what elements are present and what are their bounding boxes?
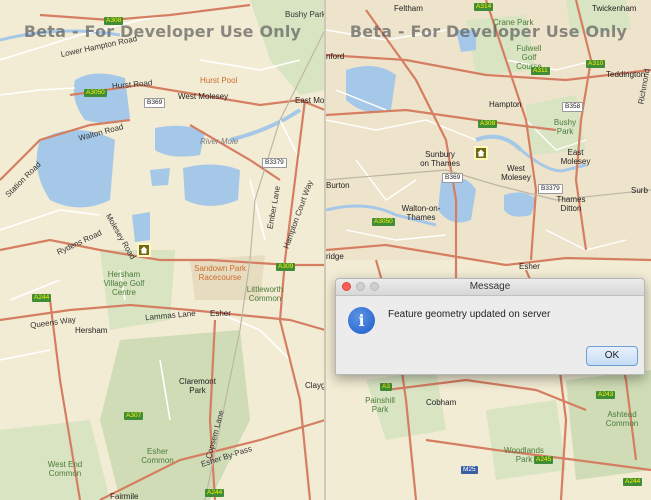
left-map-basemap: [0, 0, 325, 500]
place-label: Twickenham: [592, 4, 637, 13]
dialog-message: Feature geometry updated on server: [388, 309, 551, 320]
place-label: Esher: [210, 309, 231, 318]
place-label: Crane Park: [493, 18, 534, 27]
dialog-titlebar[interactable]: Message: [336, 279, 644, 296]
road-shield: A244: [205, 489, 225, 497]
place-label: Esher: [519, 262, 540, 271]
road-shield: A245: [534, 456, 554, 464]
place-label: Littleworth Common: [246, 285, 284, 303]
place-label: nford: [326, 52, 345, 61]
road-shield: A311: [531, 67, 550, 75]
left-map-view[interactable]: Beta - For Developer Use Only Bushy Park…: [0, 0, 325, 500]
place-label: Painshill Park: [365, 396, 395, 414]
road-shield: A308: [104, 17, 124, 25]
place-label: Ashtead Common: [605, 410, 639, 428]
road-shield: M25: [461, 466, 478, 474]
place-label: Sandown Park Racecourse: [193, 264, 247, 282]
road-shield: A3050: [84, 89, 107, 97]
message-dialog: Message i Feature geometry updated on se…: [335, 278, 645, 375]
road-shield: B3379: [538, 184, 563, 194]
place-label: Hampton: [489, 100, 522, 109]
road-shield: A3: [380, 383, 392, 391]
place-label: West Molesey: [501, 164, 531, 182]
place-label: Walton-on-Thames: [401, 204, 441, 222]
right-map-view[interactable]: Beta - For Developer Use Only Feltham Tw…: [326, 0, 651, 500]
place-label: Thames Ditton: [556, 195, 586, 213]
place-label: Hurst Pool: [200, 76, 238, 85]
place-label: Surb: [631, 186, 648, 195]
place-label: Sunbury on Thames: [420, 150, 460, 168]
place-label: West Molesey: [178, 92, 229, 101]
place-label: West End Common: [47, 460, 83, 478]
place-label: Fairmile: [110, 492, 139, 500]
road-shield: B369: [144, 98, 166, 108]
home-icon: [477, 149, 485, 157]
dialog-title: Message: [469, 281, 511, 292]
place-label: Teddington: [606, 70, 646, 79]
road-shield: A307: [124, 412, 144, 420]
road-shield: A244: [32, 294, 52, 302]
place-label: Hersham Village Golf Centre: [103, 270, 145, 297]
road-shield: A3050: [372, 218, 395, 226]
feature-marker-home-icon[interactable]: [137, 243, 151, 257]
place-label: Cobham: [426, 398, 457, 407]
road-shield: A314: [474, 3, 494, 11]
place-label: Hersham: [75, 326, 108, 335]
road-shield: B358: [562, 102, 584, 112]
road-shield: A310: [586, 60, 606, 68]
road-shield: B369: [442, 173, 464, 183]
place-label: East Molesey: [560, 148, 591, 166]
place-label: Bushy Park: [553, 118, 577, 136]
road-shield: A309: [276, 263, 296, 271]
river-label: River Mole: [200, 137, 239, 146]
place-label: Claremont Park: [179, 377, 216, 395]
info-icon: i: [348, 307, 375, 334]
place-label: Burton: [326, 181, 350, 190]
place-label: Feltham: [394, 4, 423, 13]
right-map-basemap: [326, 0, 651, 500]
road-shield: A244: [623, 478, 643, 486]
place-label: Clayg: [305, 381, 325, 390]
place-label: Esher Common: [141, 447, 174, 465]
ok-button[interactable]: OK: [586, 346, 638, 366]
road-shield: B3379: [262, 158, 287, 168]
road-shield: A308: [478, 120, 498, 128]
home-icon: [140, 246, 148, 254]
road-shield: A243: [596, 391, 616, 399]
place-label: East Molesey: [295, 96, 325, 105]
feature-marker-home-icon[interactable]: [474, 146, 488, 160]
place-label: ridge: [326, 252, 344, 261]
place-label: Bushy Park: [285, 10, 325, 19]
